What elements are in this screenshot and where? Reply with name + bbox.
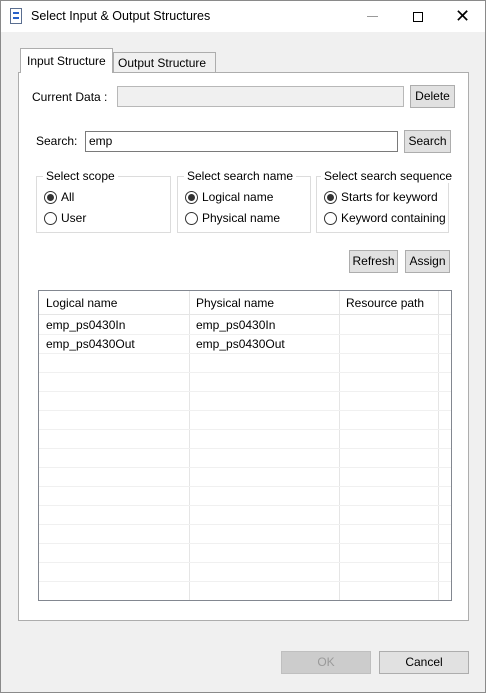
search-sequence-option-containing[interactable]: Keyword containing [324,210,446,226]
search-sequence-option-label: Starts for keyword [341,190,438,204]
search-sequence-clip: Starts for keyword Keyword containing [317,177,448,232]
cell-physical-name: emp_ps0430In [196,318,276,332]
search-sequence-option-starts[interactable]: Starts for keyword [324,189,438,205]
delete-button[interactable]: Delete [410,85,455,108]
title-bar[interactable]: Select Input & Output Structures ✕ [1,1,485,32]
column-header-physical-name[interactable]: Physical name [189,291,339,315]
grid-header: Logical name Physical name Resource path [39,291,451,315]
search-input[interactable]: emp [85,131,398,152]
current-data-field [117,86,404,107]
empty-row [39,468,451,487]
empty-row [39,411,451,430]
search-name-group: Select search name Logical name Physical… [177,169,311,233]
tab-input-structure[interactable]: Input Structure [20,48,113,73]
empty-row [39,487,451,506]
radio-unchecked-icon [324,211,337,225]
cell-logical-name: emp_ps0430Out [46,337,135,351]
cell-physical-name: emp_ps0430Out [196,337,285,351]
window-title: Select Input & Output Structures [31,9,211,23]
app-icon [10,8,22,24]
empty-row [39,544,451,563]
scope-option-label: All [61,190,75,204]
scope-option-user[interactable]: User [44,210,86,226]
refresh-button[interactable]: Refresh [349,250,398,273]
dialog-window: Select Input & Output Structures ✕ Input… [0,0,486,693]
tab-output-structure[interactable]: Output Structure [113,52,216,73]
radio-checked-icon [324,190,337,204]
search-name-option-label: Logical name [202,190,274,204]
ok-button[interactable]: OK [281,651,371,674]
empty-row [39,449,451,468]
empty-row [39,354,451,373]
cell-resource-path [339,316,438,335]
cancel-button[interactable]: Cancel [379,651,469,674]
column-header-resource-path[interactable]: Resource path [339,291,438,315]
empty-row [39,392,451,411]
maximize-button[interactable] [395,1,440,32]
empty-row [39,430,451,449]
empty-row [39,563,451,582]
maximize-icon [412,11,423,22]
search-sequence-option-label: Keyword containing [341,211,446,225]
radio-checked-icon [44,190,57,204]
search-button[interactable]: Search [404,130,451,153]
empty-row [39,373,451,392]
search-name-option-physical[interactable]: Physical name [185,210,280,226]
search-name-group-title: Select search name [184,169,297,183]
radio-checked-icon [185,190,198,204]
scope-group: Select scope All User [36,169,171,233]
column-header-logical-name[interactable]: Logical name [39,291,189,315]
close-icon: ✕ [454,5,471,27]
search-name-option-logical[interactable]: Logical name [185,189,273,205]
input-structure-panel: Current Data : Delete Search: emp Search… [18,72,469,621]
minimize-button[interactable] [350,1,395,32]
radio-unchecked-icon [185,211,198,225]
table-row[interactable]: emp_ps0430Out emp_ps0430Out [39,335,451,354]
empty-row [39,582,451,600]
cell-resource-path [339,335,438,354]
search-sequence-group: Select search sequence Starts for keywor… [316,169,456,233]
search-name-option-label: Physical name [202,211,281,225]
search-label: Search: [36,134,78,148]
minimize-icon [367,16,378,17]
current-data-label: Current Data : [32,90,108,104]
close-button[interactable]: ✕ [440,1,485,32]
cell-logical-name: emp_ps0430In [46,318,126,332]
assign-button[interactable]: Assign [405,250,450,273]
radio-unchecked-icon [44,211,57,225]
scope-group-title: Select scope [43,169,118,183]
scope-option-all[interactable]: All [44,189,74,205]
scope-option-label: User [61,211,87,225]
results-grid[interactable]: Logical name Physical name Resource path… [38,290,452,601]
tab-control: Input Structure Output Structure Current… [18,47,469,621]
empty-row [39,525,451,544]
empty-row [39,506,451,525]
table-row[interactable]: emp_ps0430In emp_ps0430In [39,316,451,335]
